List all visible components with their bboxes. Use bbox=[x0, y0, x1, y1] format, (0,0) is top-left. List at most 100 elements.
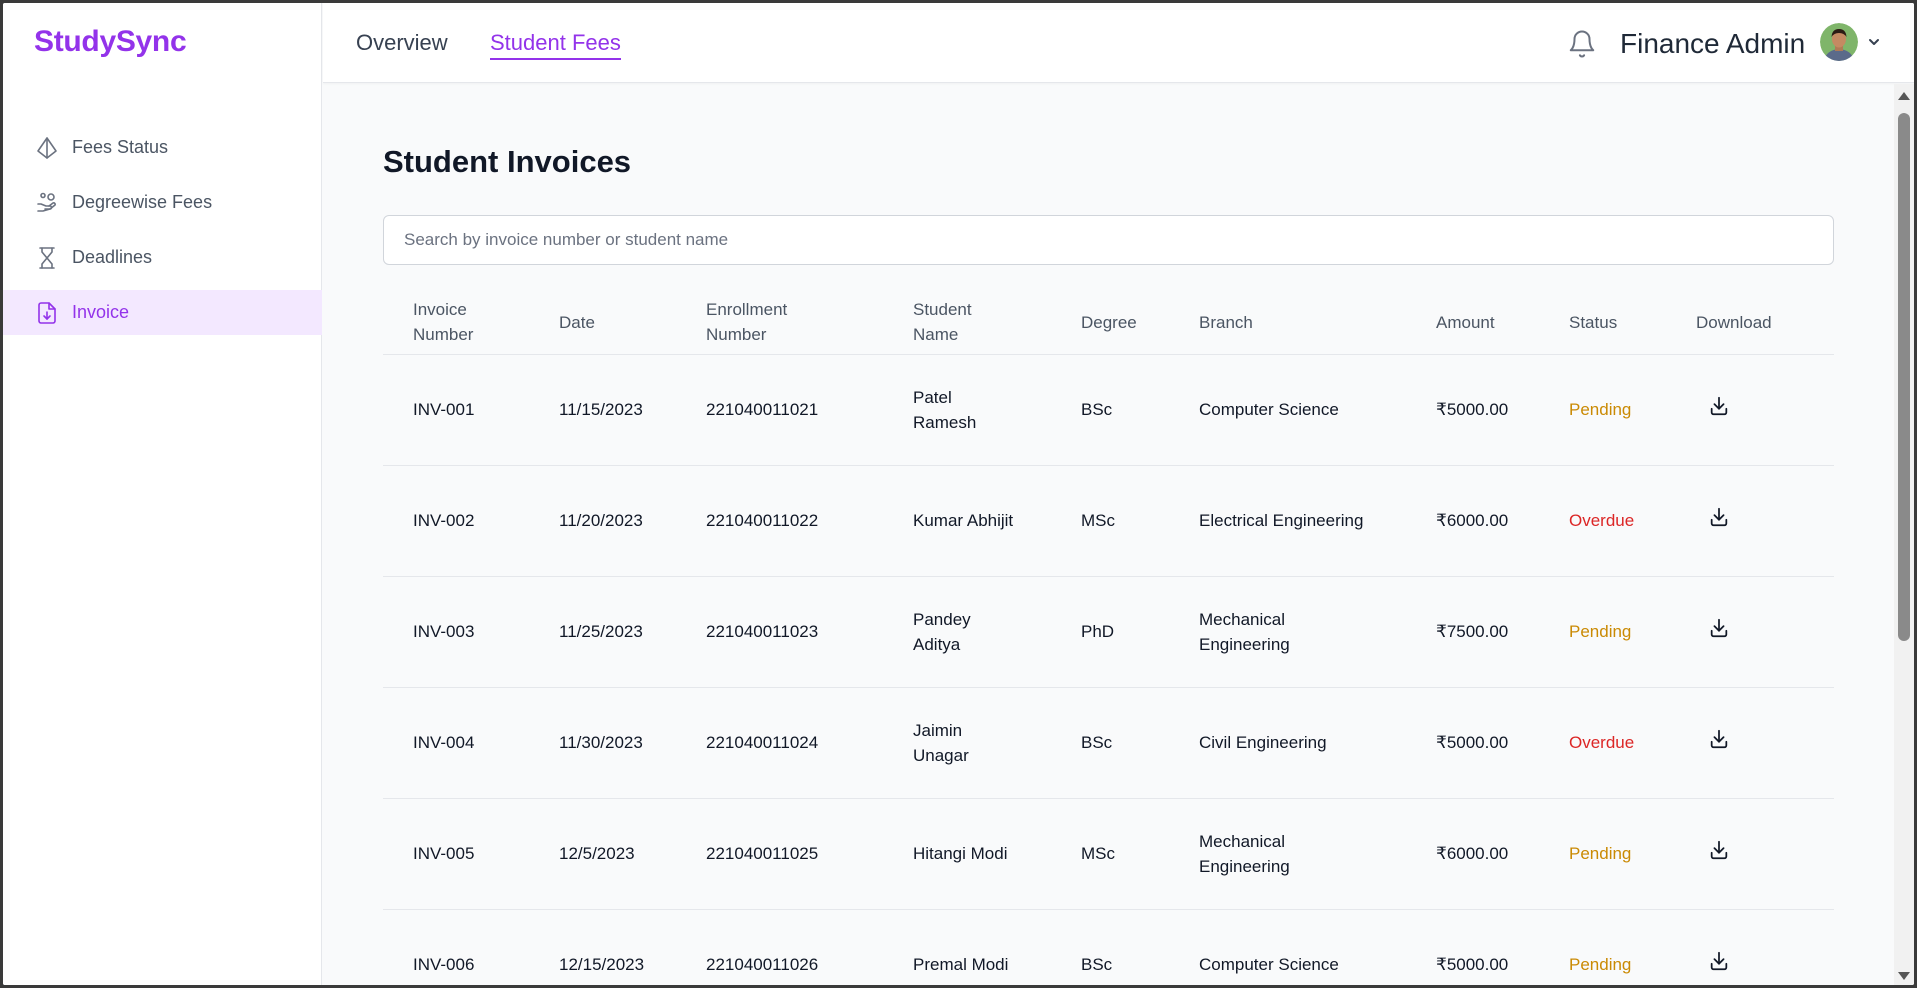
scrollbar-thumb[interactable] bbox=[1898, 113, 1910, 641]
sidebar-item-degreewise-fees[interactable]: Degreewise Fees bbox=[3, 180, 322, 225]
cell-download bbox=[1696, 909, 1834, 985]
column-header-degree: Degree bbox=[1081, 291, 1199, 355]
cell-student-name: Hitangi Modi bbox=[913, 798, 1081, 910]
status-badge: Overdue bbox=[1569, 465, 1696, 577]
column-header-branch: Branch bbox=[1199, 291, 1436, 355]
cell-download bbox=[1696, 465, 1834, 577]
hand-coins-icon bbox=[34, 190, 60, 216]
cell-student-name: Jaimin Unagar bbox=[913, 687, 1081, 799]
cell-invoice-number: INV-005 bbox=[383, 798, 559, 910]
cell-enrollment-number: 221040011026 bbox=[706, 909, 913, 985]
cell-amount: ₹5000.00 bbox=[1436, 687, 1569, 799]
table-row: INV-005 12/5/2023 221040011025 Hitangi Modi… bbox=[383, 798, 1834, 910]
column-header-download: Download bbox=[1696, 291, 1834, 355]
cell-date: 11/25/2023 bbox=[559, 576, 706, 688]
table-row: INV-006 12/15/2023 221040011026 Premal Modi… bbox=[383, 909, 1834, 985]
file-download-icon bbox=[34, 300, 60, 326]
cell-invoice-number: INV-006 bbox=[383, 909, 559, 985]
table-row: INV-002 11/20/2023 221040011022 Kumar Abhij… bbox=[383, 465, 1834, 577]
cell-degree: MSc bbox=[1081, 465, 1199, 577]
download-icon[interactable] bbox=[1708, 728, 1730, 750]
cell-student-name: Premal Modi bbox=[913, 909, 1081, 985]
cell-degree: BSc bbox=[1081, 909, 1199, 985]
table-header-row: Invoice Number Date Enrollment Number St… bbox=[383, 291, 1834, 355]
cell-download bbox=[1696, 576, 1834, 688]
page-title: Student Invoices bbox=[383, 144, 632, 179]
column-header-enrollment-number: Enrollment Number bbox=[706, 291, 913, 355]
cell-amount: ₹5000.00 bbox=[1436, 354, 1569, 466]
cell-degree: MSc bbox=[1081, 798, 1199, 910]
cell-invoice-number: INV-001 bbox=[383, 354, 559, 466]
vertical-scrollbar[interactable] bbox=[1894, 84, 1914, 985]
cell-degree: BSc bbox=[1081, 354, 1199, 466]
download-icon[interactable] bbox=[1708, 617, 1730, 639]
brand-logo[interactable]: StudySync bbox=[34, 25, 187, 59]
hourglass-icon bbox=[34, 245, 60, 271]
cell-amount: ₹6000.00 bbox=[1436, 465, 1569, 577]
column-header-amount: Amount bbox=[1436, 291, 1569, 355]
sidebar-item-invoice[interactable]: Invoice bbox=[3, 290, 322, 335]
cell-branch: Computer Science bbox=[1199, 354, 1436, 466]
user-name[interactable]: Finance Admin bbox=[1620, 28, 1805, 60]
table-row: INV-001 11/15/2023 221040011021 Patel Rames… bbox=[383, 354, 1834, 466]
scroll-down-arrow[interactable] bbox=[1898, 972, 1910, 980]
cell-branch: Electrical Engineering bbox=[1199, 465, 1436, 577]
cell-enrollment-number: 221040011021 bbox=[706, 354, 913, 466]
cell-branch: Civil Engineering bbox=[1199, 687, 1436, 799]
sidebar-nav: Fees Status Degreewise Fees Deadlines In… bbox=[3, 125, 322, 345]
cell-branch: Mechanical Engineering bbox=[1199, 798, 1436, 910]
cell-degree: BSc bbox=[1081, 687, 1199, 799]
cell-date: 12/15/2023 bbox=[559, 909, 706, 985]
pyramid-icon bbox=[34, 135, 60, 161]
cell-invoice-number: INV-002 bbox=[383, 465, 559, 577]
top-header: Overview Student Fees Finance Admin bbox=[323, 3, 1914, 83]
download-icon[interactable] bbox=[1708, 839, 1730, 861]
cell-download bbox=[1696, 354, 1834, 466]
sidebar-item-label: Deadlines bbox=[72, 247, 153, 267]
cell-student-name: Patel Ramesh bbox=[913, 354, 1081, 466]
sidebar-item-deadlines[interactable]: Deadlines bbox=[3, 235, 322, 280]
cell-amount: ₹7500.00 bbox=[1436, 576, 1569, 688]
cell-date: 12/5/2023 bbox=[559, 798, 706, 910]
cell-degree: PhD bbox=[1081, 576, 1199, 688]
app-window: StudySync Fees Status Degreewise Fees De… bbox=[3, 3, 1914, 985]
sidebar-item-label: Degreewise Fees bbox=[72, 192, 213, 212]
column-header-invoice-number: Invoice Number bbox=[383, 291, 559, 355]
sidebar-item-label: Invoice bbox=[72, 302, 130, 322]
scroll-up-arrow[interactable] bbox=[1898, 92, 1910, 100]
status-badge: Pending bbox=[1569, 798, 1696, 910]
status-badge: Pending bbox=[1569, 354, 1696, 466]
cell-enrollment-number: 221040011025 bbox=[706, 798, 913, 910]
cell-date: 11/15/2023 bbox=[559, 354, 706, 466]
download-icon[interactable] bbox=[1708, 950, 1730, 972]
tab-overview[interactable]: Overview bbox=[356, 30, 448, 56]
cell-enrollment-number: 221040011022 bbox=[706, 465, 913, 577]
cell-enrollment-number: 221040011023 bbox=[706, 576, 913, 688]
cell-amount: ₹5000.00 bbox=[1436, 909, 1569, 985]
column-header-status: Status bbox=[1569, 291, 1696, 355]
download-icon[interactable] bbox=[1708, 506, 1730, 528]
cell-download bbox=[1696, 687, 1834, 799]
column-header-student-name: Student Name bbox=[913, 291, 1081, 355]
avatar[interactable] bbox=[1820, 23, 1858, 61]
status-badge: Pending bbox=[1569, 576, 1696, 688]
search-input[interactable] bbox=[383, 215, 1834, 265]
cell-branch: Mechanical Engineering bbox=[1199, 576, 1436, 688]
sidebar-item-label: Fees Status bbox=[72, 137, 169, 157]
table-row: INV-004 11/30/2023 221040011024 Jaimin Unag… bbox=[383, 687, 1834, 799]
invoice-table: Invoice Number Date Enrollment Number St… bbox=[383, 291, 1834, 985]
cell-date: 11/30/2023 bbox=[559, 687, 706, 799]
column-header-date: Date bbox=[559, 291, 706, 355]
tab-student-fees[interactable]: Student Fees bbox=[490, 30, 621, 60]
cell-amount: ₹6000.00 bbox=[1436, 798, 1569, 910]
cell-enrollment-number: 221040011024 bbox=[706, 687, 913, 799]
main-content: Student Invoices Invoice Number Date Enr… bbox=[323, 84, 1894, 985]
download-icon[interactable] bbox=[1708, 395, 1730, 417]
bell-icon[interactable] bbox=[1567, 29, 1597, 59]
sidebar: StudySync Fees Status Degreewise Fees De… bbox=[3, 3, 322, 985]
cell-invoice-number: INV-004 bbox=[383, 687, 559, 799]
cell-branch: Computer Science bbox=[1199, 909, 1436, 985]
sidebar-item-fees-status[interactable]: Fees Status bbox=[3, 125, 322, 170]
chevron-down-icon[interactable] bbox=[1867, 35, 1881, 49]
cell-student-name: Kumar Abhijit bbox=[913, 465, 1081, 577]
